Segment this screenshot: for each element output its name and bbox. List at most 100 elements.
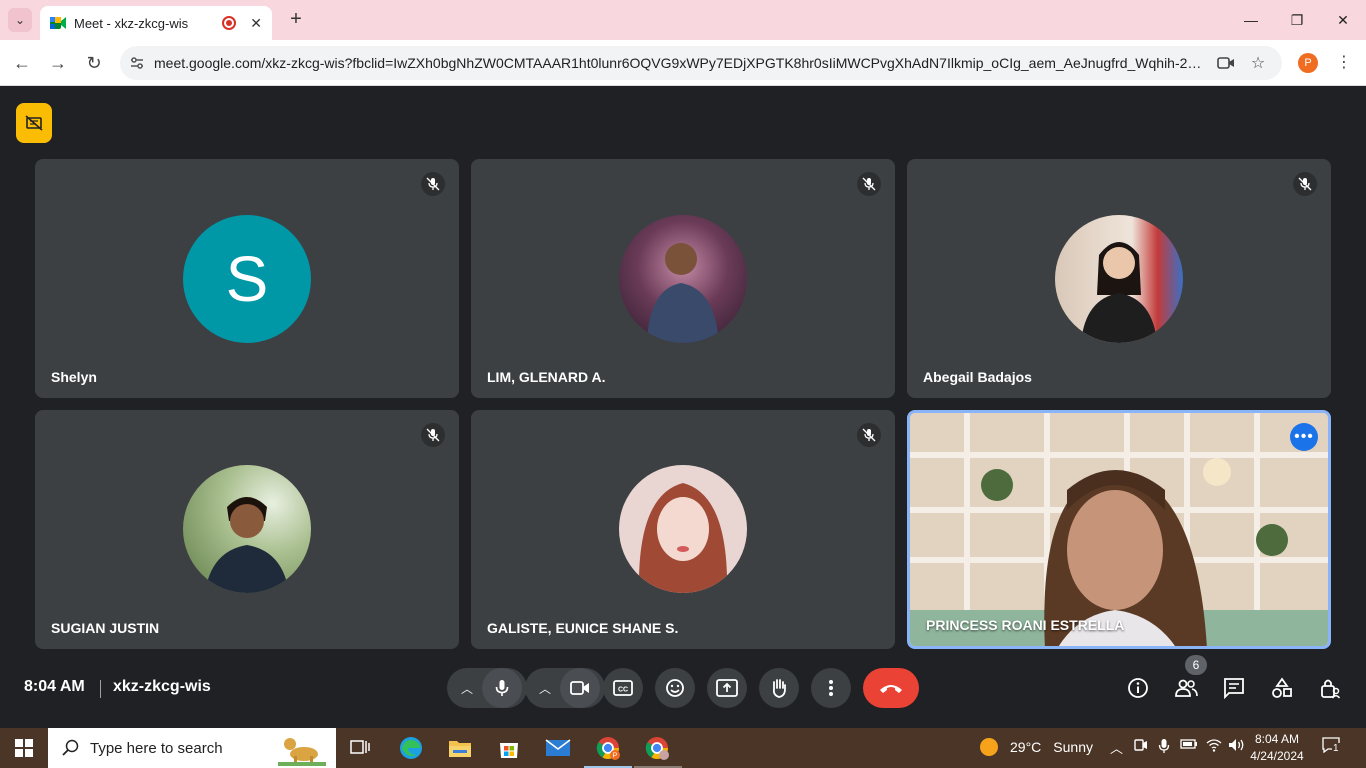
raise-hand-icon <box>772 679 786 698</box>
reactions-button[interactable] <box>655 668 695 708</box>
meeting-clock: 8:04 AM <box>24 678 85 695</box>
participant-tile[interactable]: GALISTE, EUNICE SHANE S. <box>471 410 895 649</box>
reload-button[interactable]: ↻ <box>82 51 106 75</box>
meeting-details-button[interactable] <box>1126 676 1150 700</box>
back-button[interactable]: ← <box>10 51 34 75</box>
weather-temperature: 29°C <box>1010 739 1042 755</box>
people-button[interactable] <box>1174 676 1198 700</box>
participant-name: Shelyn <box>51 369 97 385</box>
restore-button[interactable]: ❐ <box>1274 0 1320 40</box>
recording-indicator-icon <box>222 16 237 30</box>
chat-icon <box>1224 678 1244 699</box>
shapes-icon <box>1272 677 1292 698</box>
participant-name: PRINCESS ROANI ESTRELLA <box>926 617 1125 633</box>
mail-icon[interactable] <box>544 734 572 762</box>
browser-toolbar: ← → ↻ meet.google.com/xkz-zkcg-wis?fbcli… <box>0 40 1366 86</box>
battery-icon[interactable] <box>1180 738 1198 753</box>
browser-tab[interactable]: Meet - xkz-zkcg-wis ✕ <box>40 6 272 40</box>
participant-count-badge: 6 <box>1185 655 1207 675</box>
participant-name: LIM, GLENARD A. <box>487 369 606 385</box>
microphone-tray-icon[interactable] <box>1158 738 1170 757</box>
taskbar-time: 8:04 AM <box>1254 732 1300 746</box>
camera-icon <box>570 681 589 695</box>
present-screen-button[interactable] <box>707 668 747 708</box>
mic-muted-icon <box>1293 172 1317 196</box>
chat-button[interactable] <box>1222 676 1246 700</box>
avatar <box>619 465 747 593</box>
people-icon <box>1175 679 1198 697</box>
self-video <box>910 413 1328 646</box>
participant-name: SUGIAN JUSTIN <box>51 620 160 636</box>
volume-icon[interactable] <box>1228 738 1246 755</box>
participant-tile[interactable]: Abegail Badajos <box>907 159 1331 398</box>
browser-menu-icon[interactable]: ⋮ <box>1336 52 1352 72</box>
tab-search-button[interactable]: ⌄ <box>8 8 32 32</box>
avatar <box>619 215 747 343</box>
avatar <box>183 465 311 593</box>
host-controls-button[interactable] <box>1318 676 1342 700</box>
address-bar[interactable]: meet.google.com/xkz-zkcg-wis?fbclid=IwZX… <box>120 46 1282 80</box>
divider <box>100 680 101 698</box>
forward-button[interactable]: → <box>46 51 70 75</box>
weather-description: Sunny <box>1053 739 1093 755</box>
notification-count: 1 <box>1332 743 1340 754</box>
new-tab-button[interactable]: + <box>284 8 308 32</box>
participant-name: GALISTE, EUNICE SHANE S. <box>487 620 679 636</box>
meet-in-use-icon[interactable] <box>1134 738 1148 757</box>
windows-taskbar: Type here to search P 29°C Sunny ︿ 8:04 … <box>0 728 1366 768</box>
search-placeholder: Type here to search <box>90 739 223 757</box>
activities-button[interactable] <box>1270 676 1294 700</box>
mic-muted-icon <box>857 172 881 196</box>
bookmark-star-icon[interactable]: ☆ <box>1248 53 1268 73</box>
task-view-icon[interactable] <box>346 734 374 762</box>
site-info-icon[interactable] <box>120 46 154 80</box>
minimize-button[interactable]: — <box>1228 0 1274 40</box>
participant-tile[interactable]: S Shelyn <box>35 159 459 398</box>
meeting-code: xkz-zkcg-wis <box>113 678 211 695</box>
notifications-button[interactable]: 1 <box>1322 737 1340 756</box>
hang-up-icon <box>880 685 902 693</box>
participant-tile-self[interactable]: ••• PRINCESS ROANI ESTRELLA <box>907 410 1331 649</box>
microphone-icon <box>495 680 509 696</box>
emoji-icon <box>666 679 684 697</box>
participant-name: Abegail Badajos <box>923 369 1032 385</box>
weather-widget[interactable]: 29°C Sunny <box>980 738 1093 756</box>
self-view-hidden-icon[interactable] <box>16 103 52 143</box>
meet-logo-icon <box>50 17 66 29</box>
show-hidden-icons-chevron-icon[interactable]: ︿ <box>1110 738 1123 757</box>
sun-icon <box>980 738 998 756</box>
avatar: S <box>183 215 311 343</box>
profile-avatar[interactable]: P <box>1298 53 1318 73</box>
taskbar-search-box[interactable]: Type here to search <box>48 728 336 768</box>
chrome-icon[interactable] <box>643 734 671 762</box>
close-window-button[interactable]: ✕ <box>1320 0 1366 40</box>
edge-icon[interactable] <box>397 734 425 762</box>
camera-in-use-icon[interactable] <box>1216 53 1236 73</box>
mic-muted-icon <box>421 172 445 196</box>
audio-control-group: ︿ <box>447 668 527 708</box>
clock[interactable]: 8:04 AM 4/24/2024 <box>1250 731 1304 765</box>
search-icon <box>62 739 79 756</box>
close-tab-icon[interactable]: ✕ <box>250 15 262 32</box>
more-options-button[interactable] <box>811 668 851 708</box>
wifi-icon[interactable] <box>1206 738 1222 755</box>
start-button[interactable] <box>0 728 48 768</box>
participant-tile[interactable]: SUGIAN JUSTIN <box>35 410 459 649</box>
audio-options-chevron-icon[interactable]: ︿ <box>452 680 482 697</box>
file-explorer-icon[interactable] <box>446 734 474 762</box>
mic-muted-icon <box>857 423 881 447</box>
windows-logo-icon <box>15 739 33 757</box>
participant-tile[interactable]: LIM, GLENARD A. <box>471 159 895 398</box>
present-icon <box>716 679 738 697</box>
lock-person-icon <box>1321 679 1341 699</box>
raise-hand-button[interactable] <box>759 668 799 708</box>
video-options-chevron-icon[interactable]: ︿ <box>530 680 560 697</box>
camera-button[interactable] <box>560 668 600 708</box>
captions-button[interactable]: CC <box>603 668 643 708</box>
chrome-profile-icon[interactable]: P <box>594 734 622 762</box>
microphone-button[interactable] <box>482 668 522 708</box>
taskbar-date: 4/24/2024 <box>1250 749 1304 763</box>
more-options-icon[interactable]: ••• <box>1290 423 1318 451</box>
microsoft-store-icon[interactable] <box>495 734 523 762</box>
leave-call-button[interactable] <box>863 668 919 708</box>
